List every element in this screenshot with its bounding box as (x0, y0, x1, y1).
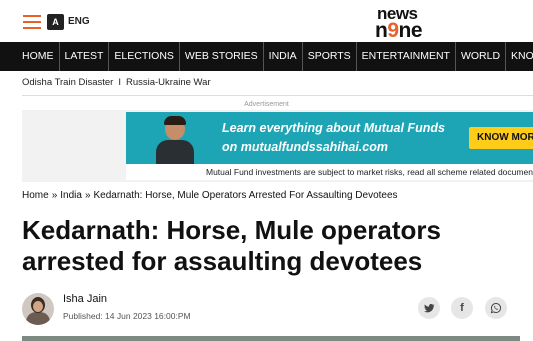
breadcrumb: Home» India» Kedarnath: Horse, Mule Operat… (22, 190, 398, 201)
nav-item-home[interactable]: HOME (0, 42, 60, 71)
whatsapp-icon[interactable] (485, 297, 507, 319)
published-date: Published: 14 Jun 2023 16:00:PM (63, 311, 191, 321)
top-bar: A ENG news n9ne (0, 0, 533, 42)
ad-headline-2: on mutualfundssahihai.com (222, 140, 388, 154)
language-icon[interactable]: A (47, 14, 64, 30)
nav-item-india[interactable]: INDIA (264, 42, 303, 71)
trending-item-russia-ukraine[interactable]: Russia-Ukraine War (126, 77, 211, 88)
twitter-icon[interactable] (418, 297, 440, 319)
nav-item-latest[interactable]: LATEST (60, 42, 110, 71)
news9-logo[interactable]: news n9ne (375, 4, 441, 42)
nav-item-world[interactable]: WORLD (456, 42, 507, 71)
facebook-icon[interactable]: f (451, 297, 473, 319)
logo-text-nine: n9ne (375, 19, 423, 42)
main-nav: HOME LATEST ELECTIONS WEB STORIES INDIA SPORT… (0, 42, 533, 71)
divider (22, 95, 533, 96)
article-headline: Kedarnath: Horse, Mule operators arreste… (22, 215, 441, 276)
language-label[interactable]: ENG (68, 16, 90, 27)
breadcrumb-separator: » (51, 190, 58, 201)
ad-banner[interactable]: Learn everything about Mutual Funds on m… (126, 112, 533, 180)
nav-item-elections[interactable]: ELECTIONS (109, 42, 180, 71)
ad-disclaimer: Mutual Fund investments are subject to m… (126, 164, 533, 180)
breadcrumb-home[interactable]: Home (22, 190, 49, 201)
author-name[interactable]: Isha Jain (63, 293, 107, 305)
trending-topics: Odisha Train Disaster I Russia-Ukraine War (22, 77, 211, 88)
ad-know-more-button[interactable]: KNOW MORE (469, 127, 533, 149)
nav-item-sports[interactable]: SPORTS (303, 42, 357, 71)
breadcrumb-india[interactable]: India (60, 190, 82, 201)
nav-item-knowledge[interactable]: KNOWLEDGE (506, 42, 533, 71)
trending-item-odisha[interactable]: Odisha Train Disaster (22, 77, 113, 88)
breadcrumb-current: Kedarnath: Horse, Mule Operators Arreste… (93, 190, 398, 201)
ad-person-image (156, 116, 194, 164)
hamburger-menu-icon[interactable] (23, 15, 41, 29)
trending-separator: I (118, 77, 121, 88)
breadcrumb-separator: » (84, 190, 91, 201)
nav-item-web-stories[interactable]: WEB STORIES (180, 42, 264, 71)
ad-headline-1: Learn everything about Mutual Funds (222, 121, 445, 135)
nav-item-entertainment[interactable]: ENTERTAINMENT (357, 42, 456, 71)
author-avatar[interactable] (22, 293, 54, 325)
ad-label: Advertisement (244, 101, 289, 108)
article-hero-image (22, 336, 520, 341)
